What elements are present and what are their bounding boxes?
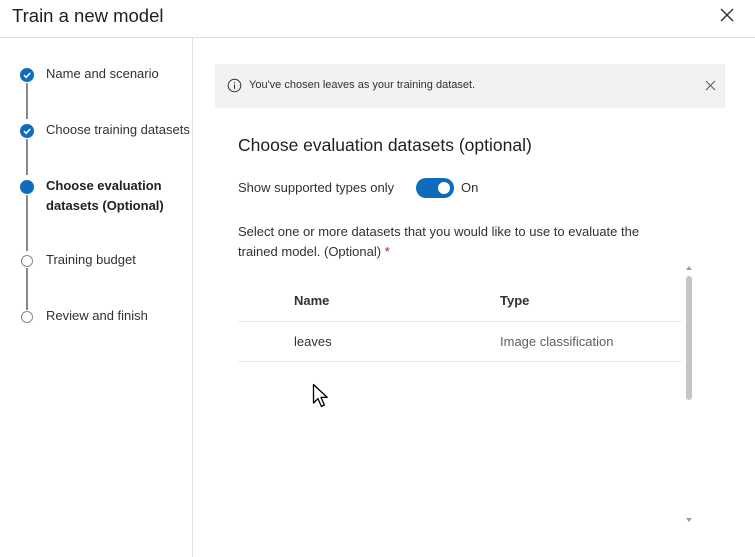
step-connector (26, 139, 28, 175)
mouse-cursor-icon (312, 383, 328, 408)
dataset-name: leaves (294, 334, 332, 349)
table-scrollbar[interactable] (685, 266, 693, 528)
step-label: Choose training datasets (46, 122, 190, 137)
instruction-body: Select one or more datasets that you wou… (238, 224, 640, 259)
scroll-up-arrow-icon[interactable] (686, 266, 692, 270)
scroll-down-arrow-icon[interactable] (686, 518, 692, 522)
section-title: Choose evaluation datasets (optional) (238, 135, 532, 155)
column-header-type[interactable]: Type (500, 293, 529, 308)
check-icon (20, 124, 34, 138)
close-icon[interactable] (716, 4, 738, 26)
step-label: Choose evaluation datasets (Optional) (46, 178, 164, 213)
step-connector (26, 83, 28, 119)
required-mark: * (384, 244, 390, 259)
empty-circle-icon (21, 311, 33, 323)
check-icon (20, 68, 34, 82)
info-banner: You've chosen leaves as your training da… (215, 64, 725, 108)
banner-message: You've chosen leaves as your training da… (249, 79, 476, 91)
table-header-row: Name Type (238, 270, 682, 322)
main-content: You've chosen leaves as your training da… (194, 38, 755, 557)
table-row[interactable]: leaves Image classification (238, 322, 682, 362)
toggle-label: Show supported types only (238, 180, 395, 195)
step-label: Name and scenario (46, 66, 159, 81)
supported-types-toggle[interactable] (416, 178, 454, 198)
toggle-state-text: On (461, 180, 479, 195)
empty-circle-icon (21, 255, 33, 267)
dot-icon (20, 180, 34, 194)
dataset-type: Image classification (500, 334, 614, 349)
scroll-thumb[interactable] (686, 276, 692, 400)
step-label: Training budget (46, 252, 136, 267)
toggle-knob (438, 182, 450, 194)
step-connector (26, 268, 28, 310)
step-connector (26, 195, 28, 251)
wizard-steps: Name and scenario Choose training datase… (0, 38, 193, 557)
instruction-text: Select one or more datasets that you wou… (238, 222, 678, 262)
panel-header: Train a new model (0, 0, 755, 38)
column-header-name[interactable]: Name (294, 293, 329, 308)
step-label: Review and finish (46, 308, 148, 323)
close-icon[interactable] (704, 79, 717, 92)
info-icon (227, 78, 242, 93)
panel-title: Train a new model (12, 5, 164, 26)
